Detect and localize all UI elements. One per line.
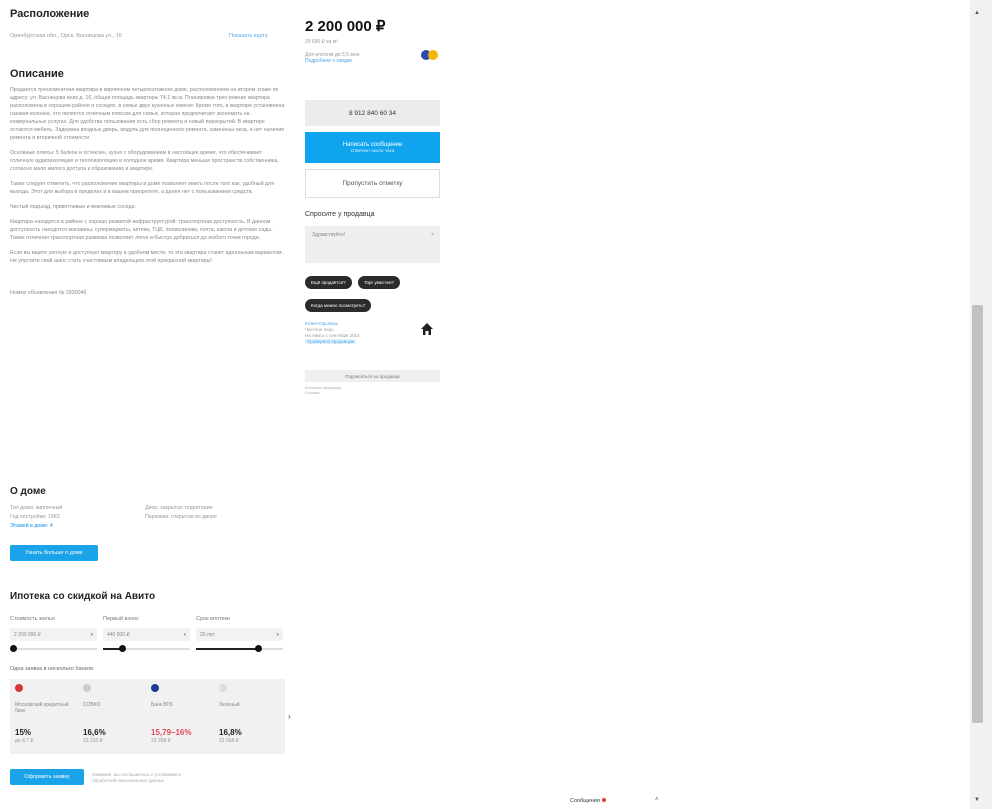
house-info-row: Тип дома: кирпичный Двор: закрытая терри…	[10, 505, 280, 514]
bank-logo-icon	[83, 684, 91, 692]
house-info-cell: Парковка: открытая во дворе	[145, 514, 217, 520]
price-note: Для ипотеки до 5,5 млн Подробнее о скидк…	[305, 52, 360, 64]
bank-name: СОВКО	[83, 702, 101, 708]
ask-seller-title: Спросите у продавца	[305, 211, 375, 218]
price-slider-track	[10, 648, 97, 650]
bank-name: Банк ВТБ	[151, 702, 173, 708]
chevron-down-icon: ▾	[90, 631, 93, 638]
ask-seller-placeholder: Здравствуйте!	[312, 232, 346, 238]
bank-card[interactable]: Московский кредитный банк 15% до 8,7 ₽	[10, 679, 78, 754]
chevron-down-icon: ▾	[183, 631, 186, 638]
subscribe-button[interactable]: Подписаться на продавца	[305, 370, 440, 382]
description-paragraph: Основные плюсы: 5 балкон и остеклен, кух…	[10, 150, 279, 172]
house-info: Тип дома: кирпичный Двор: закрытая терри…	[10, 505, 280, 532]
house-more-button[interactable]: Узнать больше о доме	[10, 545, 98, 561]
down-payment-field[interactable]: 440 000 ₽ ▾	[103, 628, 190, 641]
mortgage-labels: Стоимость жилья Первый взнос Срок ипотек…	[10, 616, 290, 622]
down-payment-value: 440 000 ₽	[107, 631, 130, 638]
review-button[interactable]: Пропустить отметку	[305, 169, 440, 198]
description-paragraph: Также следует отметить, что расположение…	[10, 181, 275, 195]
apply-note: Нажимая, вы соглашаетесь с условиями и о…	[92, 772, 181, 783]
description-paragraph: Чистый подъезд, приветливые и вежливые с…	[10, 204, 137, 210]
bank-payment: 23 568 ₽	[219, 738, 239, 744]
bank-logo-icon	[151, 684, 159, 692]
chevron-down-icon: ▾	[276, 631, 279, 638]
scroll-down-arrow-icon[interactable]: ▼	[974, 797, 980, 803]
discount-link[interactable]: Подробнее о скидке	[305, 58, 360, 64]
term-slider-fill	[196, 648, 258, 650]
house-info-cell[interactable]: Этажей в доме: 4	[10, 523, 150, 532]
term-field[interactable]: 20 лет ▾	[196, 628, 283, 641]
scroll-up-arrow-icon[interactable]: ▲	[974, 10, 980, 16]
location-title: Расположение	[10, 8, 90, 20]
show-map-link[interactable]: Показать карту	[229, 33, 268, 39]
price-slider-handle[interactable]	[10, 645, 17, 652]
phone-button[interactable]: 8 912 840 60 34	[305, 100, 440, 126]
message-button[interactable]: Написать сообщение Отвечает около часа	[305, 132, 440, 163]
banks-label: Одна заявка в несколько банков	[10, 666, 93, 672]
quick-questions: Ещё продаётся? Торг уместен? Когда можно…	[305, 271, 445, 317]
description-paragraph: Если вы ищете уютную и доступную квартир…	[10, 250, 284, 264]
bank-name: Московский кредитный банк	[15, 702, 69, 714]
house-info-cell: Год постройки: 1983	[10, 514, 60, 520]
seller-notes: Контакты продавца Отзывы	[305, 385, 341, 395]
bank-rate: 15,79–16%	[151, 728, 192, 737]
seller-info: Юлия Юрьевна Частное лицо На Авито с сен…	[305, 321, 360, 345]
description-paragraph: Квартира находится в районе с хорошо раз…	[10, 219, 273, 241]
coins-icon	[421, 50, 438, 60]
listing-page: Расположение Оренбургская обл., Орск, Ва…	[0, 0, 970, 809]
unread-dot-icon	[601, 798, 606, 802]
bank-card[interactable]: Зеленый 16,8% 23 568 ₽	[214, 679, 282, 754]
messages-tab[interactable]: Сообщения	[570, 798, 606, 804]
scrollbar-thumb[interactable]	[972, 305, 983, 723]
quick-question-chip[interactable]: Торг уместен?	[358, 276, 400, 289]
house-info-cell: Двор: закрытая территория	[145, 505, 213, 511]
bank-rate: 16,8%	[219, 728, 242, 737]
quick-question-chip[interactable]: Ещё продаётся?	[305, 276, 352, 289]
bank-rate: 15%	[15, 728, 32, 737]
apply-button[interactable]: Оформить заявку	[10, 769, 84, 785]
message-button-sub: Отвечает около часа	[350, 148, 395, 153]
description-text: Продается трехкомнатная квартира в кирпи…	[10, 86, 285, 304]
messages-label: Сообщения	[570, 798, 600, 804]
bank-logo-icon	[219, 684, 227, 692]
price-field[interactable]: 2 200 000 ₽ ▾	[10, 628, 97, 641]
mortgage-fields: 2 200 000 ₽ ▾ 440 000 ₽ ▾ 20 лет ▾	[10, 628, 290, 641]
bank-name: Зеленый	[219, 702, 240, 708]
chevron-right-icon[interactable]: ›	[288, 712, 291, 721]
bank-payment: до 8,7 ₽	[15, 738, 34, 744]
price: 2 200 000 ₽	[305, 18, 386, 35]
house-title: О доме	[10, 486, 46, 497]
clear-icon[interactable]: ×	[431, 232, 434, 238]
mortgage-label: Стоимость жилья	[10, 616, 55, 622]
term-slider-handle[interactable]	[255, 645, 262, 652]
down-payment-slider-handle[interactable]	[119, 645, 126, 652]
ad-number: Номер объявления № 2930046	[10, 290, 87, 296]
seller-badge: Проверено продавцом	[305, 339, 357, 344]
mortgage-title: Ипотека со скидкой на Авито	[10, 591, 156, 602]
quick-question-chip[interactable]: Когда можно посмотреть?	[305, 299, 372, 312]
description-paragraph: Продается трехкомнатная квартира в кирпи…	[10, 87, 285, 141]
seller-reviews: Отзывы	[305, 390, 320, 395]
house-info-row: Этажей в доме: 4	[10, 523, 280, 532]
bank-rate: 16,6%	[83, 728, 106, 737]
location-address: Оренбургская обл., Орск, Васнецова ул., …	[10, 33, 122, 39]
home-icon	[421, 323, 433, 335]
mortgage-label: Первый взнос	[103, 616, 139, 622]
ask-seller-input[interactable]: Здравствуйте! ×	[305, 226, 440, 263]
bank-card[interactable]: Банк ВТБ 15,79–16% 23 258 ₽	[146, 679, 214, 754]
bank-logo-icon	[15, 684, 23, 692]
price-field-value: 2 200 000 ₽	[14, 631, 41, 638]
description-title: Описание	[10, 68, 64, 80]
price-per-meter: 29 690 ₽ за м²	[305, 39, 338, 45]
bank-card[interactable]: СОВКО 16,6% 23 310 ₽	[78, 679, 146, 754]
term-value: 20 лет	[200, 631, 215, 638]
house-info-row: Год постройки: 1983 Парковка: открытая в…	[10, 514, 280, 523]
bank-payment: 23 258 ₽	[151, 738, 171, 744]
banks-carousel: Московский кредитный банк 15% до 8,7 ₽ С…	[10, 679, 285, 754]
bank-payment: 23 310 ₽	[83, 738, 103, 744]
mortgage-label: Срок ипотеки	[196, 616, 231, 622]
house-info-cell: Тип дома: кирпичный	[10, 505, 63, 511]
chevron-up-icon[interactable]: ˄	[655, 797, 659, 803]
